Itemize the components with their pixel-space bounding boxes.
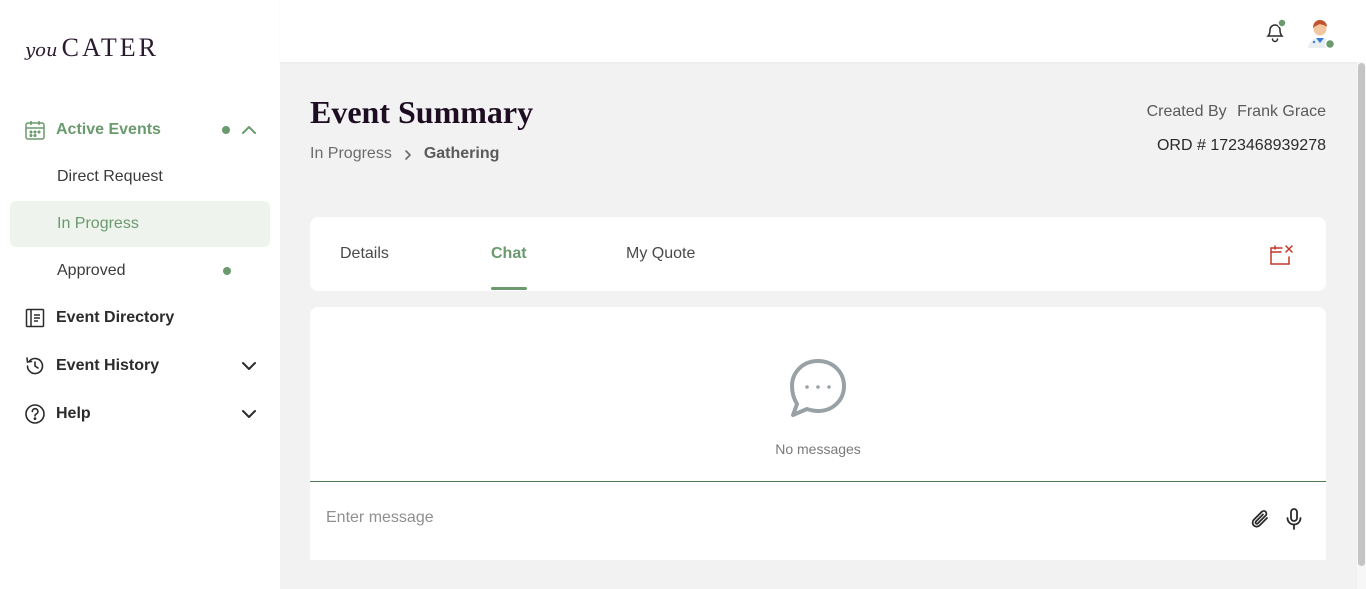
logo-you: you (25, 40, 58, 61)
created-by-name: Frank Grace (1237, 103, 1326, 120)
bell-icon[interactable] (1260, 16, 1290, 46)
breadcrumb-parent[interactable]: In Progress (310, 145, 392, 163)
sidebar-item-label: Help (56, 405, 91, 422)
breadcrumb-current: Gathering (423, 145, 500, 162)
order-number: ORD # 1723468939278 (1156, 137, 1326, 154)
help-icon (24, 403, 46, 425)
chevron-down-icon[interactable] (240, 357, 258, 375)
active-tab-indicator (491, 287, 527, 290)
chat-divider (310, 481, 1326, 482)
user-avatar[interactable] (1302, 14, 1338, 50)
chevron-up-icon[interactable] (240, 121, 258, 139)
empty-chat-text: No messages (775, 441, 861, 457)
chevron-right-icon (402, 148, 414, 160)
sidebar-item-active-events[interactable]: Active Events (10, 107, 270, 153)
sidebar-item-help[interactable]: Help (10, 391, 270, 437)
sidebar-item-event-history[interactable]: Event History (10, 343, 270, 389)
chat-panel: No messages (310, 307, 1326, 560)
paperclip-icon[interactable] (1250, 507, 1272, 531)
logo-cater: CATER (61, 33, 159, 62)
tabs-bar: Details Chat My Quote (310, 217, 1326, 291)
page-title: Event Summary (310, 94, 534, 130)
microphone-icon[interactable] (1284, 507, 1304, 531)
tab-chat[interactable]: Chat (491, 245, 527, 263)
sidebar-item-label: Active Events (56, 121, 161, 138)
sidebar-item-label: Event History (56, 357, 160, 374)
sidebar-subitem-approved[interactable]: Approved (10, 248, 270, 294)
sidebar-item-event-directory[interactable]: Event Directory (10, 295, 270, 341)
page-scrollbar-thumb[interactable] (1358, 63, 1365, 566)
sidebar-item-label: Event Directory (56, 309, 175, 326)
status-dot (222, 126, 230, 134)
sidebar-subitem-label: Direct Request (57, 168, 163, 185)
cancel-event-icon[interactable] (1268, 243, 1294, 267)
chevron-down-icon[interactable] (240, 405, 258, 423)
sidebar-subitem-direct-request[interactable]: Direct Request (10, 154, 270, 200)
sidebar-subitem-label: In Progress (57, 215, 139, 232)
sidebar: you CATER Active Events Direct Request I… (0, 0, 280, 589)
event-meta: Created By Frank Grace ORD # 17234689392… (1147, 103, 1326, 155)
status-dot (223, 267, 231, 275)
chat-bubble-icon (786, 357, 850, 419)
calendar-icon (24, 119, 46, 141)
tab-my-quote[interactable]: My Quote (626, 245, 695, 263)
breadcrumb: In Progress Gathering (310, 145, 499, 163)
tab-details[interactable]: Details (340, 245, 389, 263)
sidebar-subitem-label: Approved (57, 262, 126, 279)
message-input[interactable] (326, 503, 1226, 533)
created-by-label: Created By (1146, 103, 1227, 120)
history-icon (24, 355, 46, 377)
sidebar-subitem-in-progress[interactable]: In Progress (10, 201, 270, 247)
youcater-logo[interactable]: you CATER (25, 33, 159, 63)
top-header (280, 0, 1366, 62)
directory-icon (24, 307, 46, 329)
